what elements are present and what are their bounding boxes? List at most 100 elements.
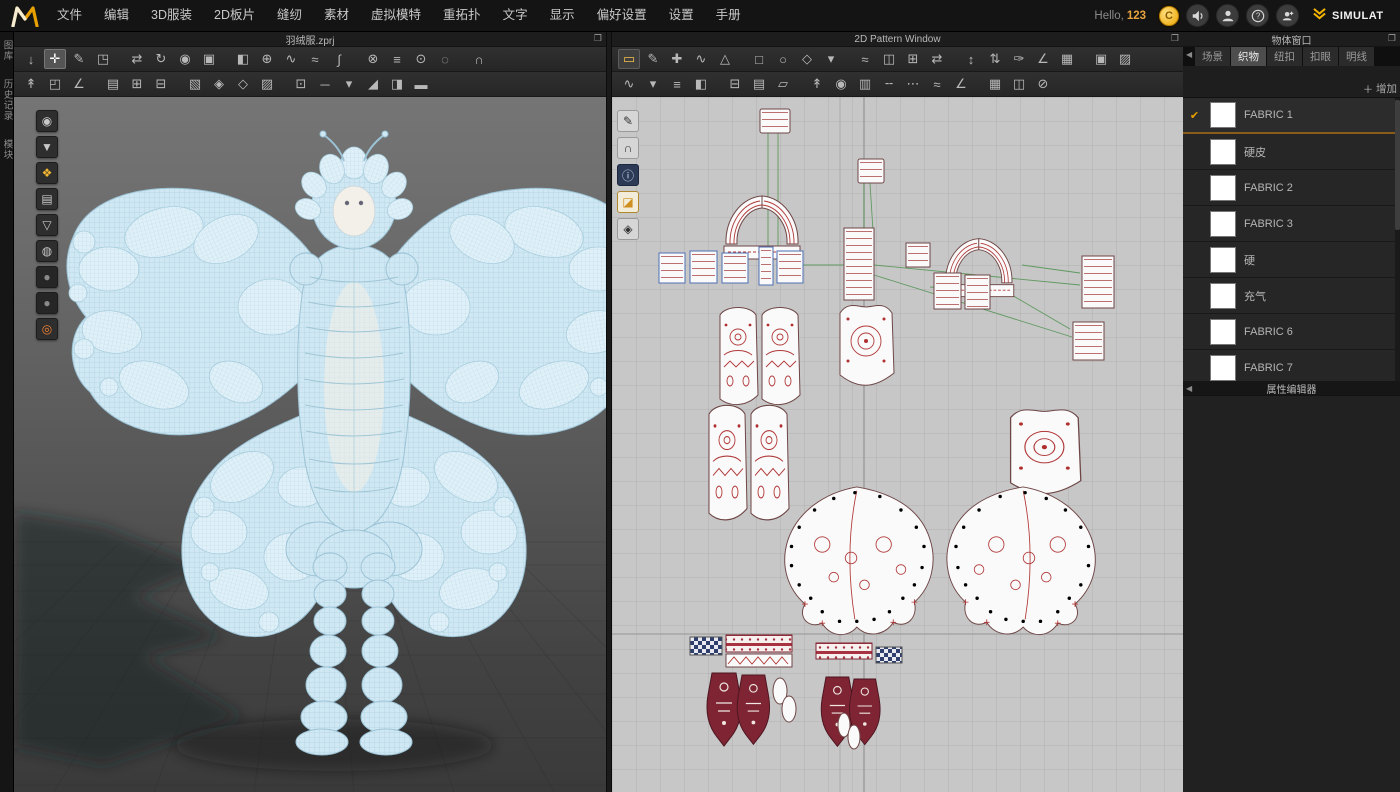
pin-icon[interactable]: ◉ [174, 49, 196, 69]
stitch-display-icon[interactable]: ◇ [232, 74, 254, 94]
menu-item[interactable]: 编辑 [93, 0, 140, 31]
baseline-icon[interactable]: ╌ [878, 74, 900, 94]
rotate-icon[interactable]: ↻ [150, 49, 172, 69]
menu-item[interactable]: 虚拟模特 [360, 0, 432, 31]
pose-editor-icon[interactable]: ◰ [44, 74, 66, 94]
fabric-swatch[interactable] [1210, 319, 1236, 345]
circle-tool-icon[interactable]: ○ [772, 49, 794, 69]
menu-item[interactable]: 文字 [492, 0, 539, 31]
fabric-row-fabric-6[interactable]: FABRIC 6 [1183, 314, 1400, 350]
rect-tool-icon[interactable]: □ [748, 49, 770, 69]
snap-grid-icon[interactable]: ▦ [1056, 49, 1078, 69]
angle-2d-icon[interactable]: ∠ [950, 74, 972, 94]
coin-icon[interactable]: C [1159, 6, 1179, 26]
fabric-swatch[interactable] [1210, 102, 1236, 128]
texture-folder-icon[interactable]: ◪ [617, 191, 639, 213]
line-tool-icon[interactable]: ─ [314, 74, 336, 94]
window-2d-titlebar[interactable]: 2D Pattern Window ❐ [612, 32, 1183, 47]
polygon-tool-icon[interactable]: △ [714, 49, 736, 69]
tape-attach-icon[interactable]: ▤ [102, 74, 124, 94]
menu-item[interactable]: 设置 [658, 0, 705, 31]
grid-2d-icon[interactable]: ▦ [984, 74, 1006, 94]
menu-item[interactable]: 显示 [539, 0, 586, 31]
detach-sewing-icon[interactable]: ⊗ [362, 49, 384, 69]
fabric-swatch[interactable] [1210, 211, 1236, 237]
fabric-row-fabric-1[interactable]: ✔ FABRIC 1 [1183, 98, 1400, 134]
menu-item[interactable]: 手册 [705, 0, 752, 31]
clone-pattern-icon[interactable]: ⊞ [902, 49, 924, 69]
fold-arrange-icon[interactable]: ◧ [232, 49, 254, 69]
viewport-3d[interactable]: ◉▼❖▤▽◍●●◎ [14, 97, 606, 792]
edit-sewing-icon[interactable]: ∿ [280, 49, 302, 69]
rail-tab[interactable]: 模块 [0, 139, 14, 160]
bonding-icon[interactable]: ⊟ [724, 74, 746, 94]
lock-pattern-icon[interactable]: ⊘ [1032, 74, 1054, 94]
free-sewing-icon[interactable]: ∫ [328, 49, 350, 69]
viewport-2d[interactable]: ✎∩ⓘ◪◈ [612, 97, 1183, 792]
solidify-icon[interactable]: ▧ [184, 74, 206, 94]
layer-bar-icon[interactable]: ▬ [410, 74, 432, 94]
fabric-swatch[interactable] [1210, 139, 1236, 165]
layers-icon[interactable]: ◫ [1008, 74, 1030, 94]
fabric-row-yingpi[interactable]: 硬皮 [1183, 134, 1400, 170]
tack-on-avatar-icon[interactable]: ⊕ [256, 49, 278, 69]
tab-scene[interactable]: 场景 [1195, 47, 1230, 66]
morph-icon[interactable]: ◈ [208, 74, 230, 94]
zipper-icon[interactable]: ≡ [386, 49, 408, 69]
grainline-icon[interactable]: ↕ [960, 49, 982, 69]
menu-item[interactable]: 文件 [46, 0, 93, 31]
gravity-drop-icon[interactable]: ↓ [20, 49, 42, 69]
rail-tab[interactable]: 图库 [0, 40, 14, 61]
globe-icon[interactable]: ◎ [36, 318, 58, 340]
collapse-icon[interactable]: ◀ [1186, 384, 1192, 393]
add-fabric-button[interactable]: ＋ 增加 [1183, 80, 1400, 98]
fabric-row-fabric-2[interactable]: FABRIC 2 [1183, 170, 1400, 206]
fabric-swatch[interactable] [1210, 355, 1236, 381]
fabric-row-fabric-3[interactable]: FABRIC 3 [1183, 206, 1400, 242]
seam-allowance-icon[interactable]: ≈ [854, 49, 876, 69]
walk-2d-icon[interactable]: ↟ [806, 74, 828, 94]
invite-icon[interactable] [1276, 4, 1299, 27]
fabric-row-fabric-7[interactable]: FABRIC 7 [1183, 350, 1400, 381]
fabric-swatch[interactable] [1210, 283, 1236, 309]
show-furniture-icon[interactable]: ▤ [36, 188, 58, 210]
avatar-a-icon[interactable]: ● [36, 266, 58, 288]
menu-item[interactable]: 偏好设置 [586, 0, 658, 31]
menu-item[interactable]: 缝纫 [266, 0, 313, 31]
buttonhole-icon[interactable]: ◌ [434, 49, 456, 69]
fabric-grain-icon[interactable]: ⇅ [984, 49, 1006, 69]
measure-tape-icon[interactable]: ∠ [68, 74, 90, 94]
notch-tool-icon[interactable]: ▾ [820, 49, 842, 69]
pin-box-icon[interactable]: ▣ [198, 49, 220, 69]
pin-arrange-icon[interactable]: ⊞ [126, 74, 148, 94]
app-logo-icon[interactable] [8, 4, 42, 28]
menu-item[interactable]: 3D服装 [140, 0, 203, 31]
help-icon[interactable]: ? [1246, 4, 1269, 27]
render-mode-icon[interactable]: ◨ [386, 74, 408, 94]
fabric-row-ying[interactable]: 硬 [1183, 242, 1400, 278]
show-notches-icon[interactable]: ▾ [642, 74, 664, 94]
account-icon[interactable] [1216, 4, 1239, 27]
magnet-icon[interactable]: ∩ [617, 137, 639, 159]
measure-2d-icon[interactable]: ∠ [1032, 49, 1054, 69]
undock-icon[interactable]: ❐ [1388, 33, 1396, 44]
tab-buttonhole[interactable]: 扣眼 [1303, 47, 1338, 66]
hanger-icon[interactable]: ∩ [468, 49, 490, 69]
pin-2d-icon[interactable]: ◉ [830, 74, 852, 94]
menu-item[interactable]: 重拓扑 [432, 0, 492, 31]
fabric-row-chongqi[interactable]: 充气 [1183, 278, 1400, 314]
safe-lock-icon[interactable]: ◈ [617, 218, 639, 240]
username[interactable]: 123 [1127, 10, 1146, 22]
dart-tool-icon[interactable]: ◇ [796, 49, 818, 69]
trace-icon[interactable]: ◫ [878, 49, 900, 69]
mannequin-icon[interactable]: ◍ [36, 240, 58, 262]
undock-icon[interactable]: ❐ [594, 33, 602, 44]
fabric-swatch[interactable] [1210, 175, 1236, 201]
knife-icon[interactable]: ✎ [68, 49, 90, 69]
scrollbar-thumb[interactable] [1395, 100, 1400, 230]
menu-item[interactable]: 2D板片 [203, 0, 266, 31]
pen-2d-icon[interactable]: ✎ [617, 110, 639, 132]
fit-garment-icon[interactable]: ▽ [36, 214, 58, 236]
flatten-icon[interactable]: ▱ [772, 74, 794, 94]
menu-item[interactable]: 素材 [313, 0, 360, 31]
